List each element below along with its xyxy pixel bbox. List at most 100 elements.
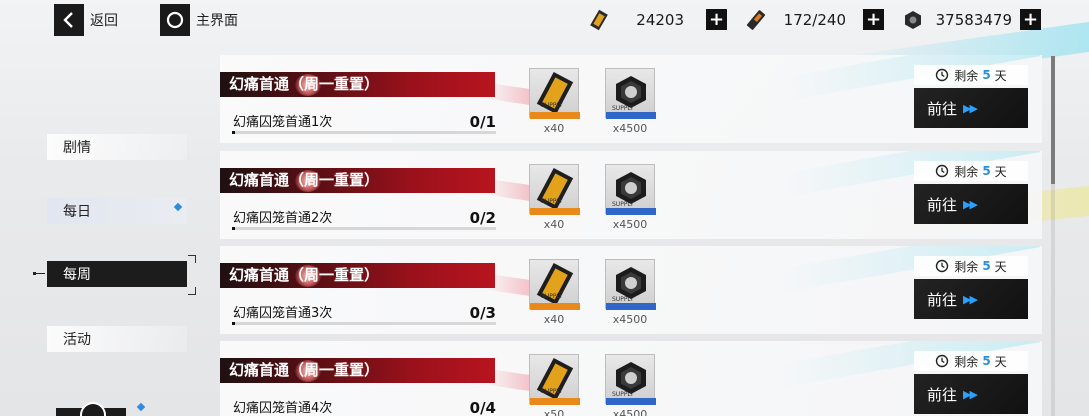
resource-stamina-value: 172/240: [783, 11, 846, 29]
svg-text:SUPPLY: SUPPLY: [612, 391, 634, 398]
go-button[interactable]: 前往 ▶▶: [914, 184, 1028, 224]
task-title-text: 幻痛首通（周一重置）: [229, 361, 380, 379]
svg-text:SUPPLY: SUPPLY: [612, 296, 634, 303]
selection-indicator: [33, 272, 45, 275]
reward-count: x4500: [612, 313, 648, 326]
double-arrow-icon: ▶▶: [963, 101, 978, 115]
double-arrow-icon: ▶▶: [963, 292, 978, 306]
reward-count: x4500: [612, 408, 648, 416]
go-button[interactable]: 前往 ▶▶: [914, 88, 1028, 128]
hex-nut-coin-icon: SUPPLY: [606, 267, 656, 310]
task-name: 幻痛囚笼首通4次: [233, 401, 333, 416]
reward-box[interactable]: SUPPLY: [529, 164, 580, 215]
reward-box[interactable]: SUPPLY: [529, 354, 580, 405]
resource-coins-value: 37583479: [935, 11, 1012, 29]
bottom-menu-widget[interactable]: [56, 400, 146, 416]
reward-item[interactable]: SUPPLY x4500: [605, 164, 656, 231]
task-name: 幻痛囚笼首通1次: [233, 115, 333, 130]
add-stamina-button[interactable]: +: [863, 9, 884, 30]
task-progress: 0/4: [469, 399, 496, 416]
clock-icon: [936, 259, 949, 273]
stamina-battery-icon: [745, 9, 767, 31]
resource-coins-value-wrap: 37583479: [926, 7, 1012, 33]
sidebar-item-daily[interactable]: 每日: [47, 198, 187, 224]
svg-text:SUPPLY: SUPPLY: [612, 201, 634, 208]
reward-box[interactable]: SUPPLY: [529, 68, 580, 119]
sidebar-item-label: 每周: [63, 267, 91, 283]
progress-bar: [232, 131, 496, 134]
svg-text:SUPPLY: SUPPLY: [541, 388, 563, 395]
double-arrow-icon: ▶▶: [963, 387, 978, 401]
reward-item[interactable]: SUPPLY x40: [529, 259, 580, 326]
reward-box[interactable]: SUPPLY: [605, 354, 656, 405]
progress-bar: [232, 227, 496, 230]
sidebar-item-event[interactable]: 活动: [47, 326, 187, 352]
add-tickets-button[interactable]: +: [706, 9, 727, 30]
gold-ticket-icon: SUPPLY: [530, 167, 580, 215]
go-button-label: 前往: [927, 290, 958, 309]
go-button[interactable]: 前往 ▶▶: [914, 279, 1028, 319]
svg-text:SUPPLY: SUPPLY: [612, 105, 634, 112]
sidebar-item-label: 活动: [63, 332, 91, 348]
reward-box[interactable]: SUPPLY: [529, 259, 580, 310]
reward-item[interactable]: SUPPLY x50: [529, 354, 580, 416]
remaining-prefix: 剩余: [954, 354, 979, 369]
task-title: 幻痛首通（周一重置）: [220, 263, 495, 288]
sidebar-item-label: 剧情: [63, 140, 91, 156]
sidebar-item-weekly[interactable]: 每周: [47, 261, 187, 287]
clock-icon: [936, 164, 949, 178]
remaining-prefix: 剩余: [954, 164, 979, 179]
task-title-text: 幻痛首通（周一重置）: [229, 75, 380, 93]
go-button-label: 前往: [927, 99, 958, 118]
gold-ticket-icon: SUPPLY: [530, 71, 580, 119]
gold-ticket-icon: [588, 9, 610, 31]
resource-coins: [902, 7, 924, 33]
remaining-prefix: 剩余: [954, 68, 979, 83]
task-name: 幻痛囚笼首通3次: [233, 306, 333, 321]
sidebar-item-story[interactable]: 剧情: [47, 134, 187, 160]
remaining-unit: 天: [994, 68, 1007, 83]
resource-stamina: [745, 7, 767, 33]
resource-tickets-value-wrap: 24203: [620, 7, 684, 33]
gold-ticket-icon: SUPPLY: [530, 357, 580, 405]
back-label: 返回: [90, 13, 118, 29]
task-row: 幻痛首通（周一重置） 幻痛囚笼首通4次 0/4 SUPPLY x50 SUPPLY x450…: [220, 341, 1042, 416]
reward-box[interactable]: SUPPLY: [605, 68, 656, 119]
task-title: 幻痛首通（周一重置）: [220, 72, 495, 97]
double-arrow-icon: ▶▶: [963, 197, 978, 211]
remaining-time: 剩余 5 天: [914, 161, 1028, 181]
back-button[interactable]: 返回: [54, 4, 118, 36]
task-title: 幻痛首通（周一重置）: [220, 168, 495, 193]
home-button[interactable]: 主界面: [160, 4, 238, 36]
hex-nut-coin-icon: SUPPLY: [606, 76, 656, 119]
task-name: 幻痛囚笼首通2次: [233, 211, 333, 226]
reward-count: x40: [543, 122, 565, 135]
scrollbar-thumb[interactable]: [1051, 56, 1055, 184]
progress-fill: [232, 322, 235, 325]
task-progress: 0/1: [469, 113, 496, 131]
svg-text:SUPPLY: SUPPLY: [541, 293, 563, 300]
add-coins-button[interactable]: +: [1020, 9, 1041, 30]
scrollbar[interactable]: [1051, 56, 1055, 416]
bracket-bottom-corner: [188, 287, 196, 295]
reward-box[interactable]: SUPPLY: [605, 164, 656, 215]
task-title: 幻痛首通（周一重置）: [220, 358, 495, 383]
reward-item[interactable]: SUPPLY x4500: [605, 68, 656, 135]
reward-count: x4500: [612, 218, 648, 231]
hex-nut-coin-icon: SUPPLY: [606, 362, 656, 405]
reward-item[interactable]: SUPPLY x40: [529, 164, 580, 231]
remaining-prefix: 剩余: [954, 259, 979, 274]
chevron-left-icon: [54, 4, 84, 36]
reward-box[interactable]: SUPPLY: [605, 259, 656, 310]
go-button-label: 前往: [927, 195, 958, 214]
go-button[interactable]: 前往 ▶▶: [914, 374, 1028, 414]
bracket-top-corner: [188, 255, 196, 263]
remaining-days: 5: [982, 164, 991, 178]
reward-item[interactable]: SUPPLY x4500: [605, 354, 656, 416]
sidebar-item-label: 每日: [63, 204, 91, 220]
hex-nut-coin-icon: SUPPLY: [606, 172, 656, 215]
top-bar: 返回 主界面 24203 + 172/240 + 37583479 +: [0, 0, 1089, 40]
resource-tickets: [588, 7, 610, 33]
reward-item[interactable]: SUPPLY x4500: [605, 259, 656, 326]
reward-item[interactable]: SUPPLY x40: [529, 68, 580, 135]
